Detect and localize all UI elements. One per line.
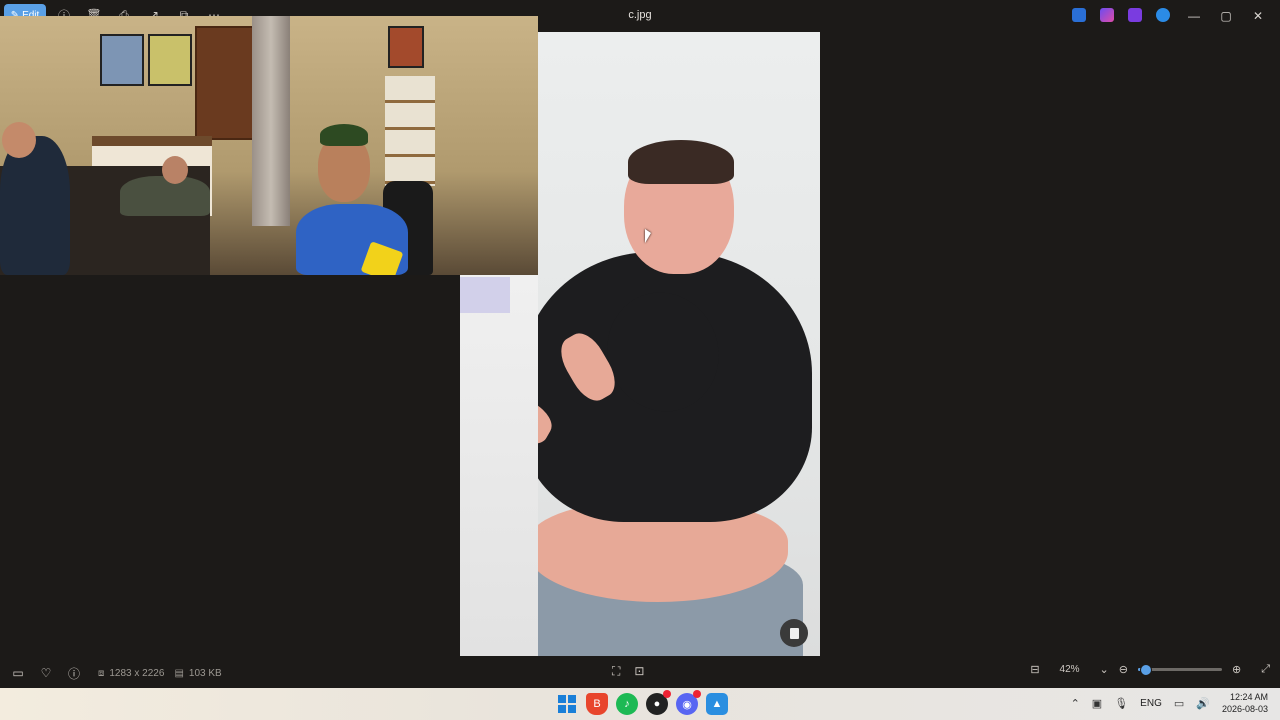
fit-to-window-icon[interactable]: ⊡ <box>634 664 644 679</box>
system-tray: ⌃ ▣ 🎙 ENG ▭ 🔊 12:24 AM 2026-08-03 <box>1071 691 1268 715</box>
zoom-slider-handle[interactable] <box>1139 664 1152 676</box>
chevron-down-icon[interactable]: ⌄ <box>1100 663 1109 676</box>
start-icon[interactable] <box>556 693 578 715</box>
clock-time: 12:24 AM <box>1229 692 1268 702</box>
clock-date: 2026-08-03 <box>1221 704 1268 714</box>
taskbar-apps: B ♪ ● ◉ ▲ <box>556 690 728 715</box>
discord-icon[interactable]: ◉ <box>676 690 701 715</box>
photos-app-icon[interactable]: ▲ <box>706 693 728 715</box>
dimensions-icon: ⧈ <box>98 667 105 679</box>
brave-browser-icon[interactable]: B <box>586 693 608 715</box>
minimize-button[interactable]: — <box>1178 6 1210 26</box>
file-size: ▤ 103 KB <box>174 668 221 679</box>
microphone-icon[interactable]: 🎙 <box>1114 697 1128 710</box>
file-size-text: 103 KB <box>188 667 222 679</box>
spotify-icon[interactable]: ♪ <box>616 693 638 715</box>
displayed-photo <box>538 32 820 656</box>
clipchamp-icon[interactable] <box>1128 8 1142 22</box>
network-icon[interactable]: ▭ <box>1174 697 1184 710</box>
tray-app-icon[interactable]: ▣ <box>1092 697 1102 710</box>
image-dimensions: ⧈ 1283 x 2226 <box>98 668 164 679</box>
document-icon[interactable] <box>780 619 808 647</box>
status-bar: ▭ ♡ ⓘ ⧈ 1283 x 2226 ▤ 103 KB ⛶ ⊡ ⊟ 42% ⌄… <box>0 660 1280 686</box>
clock[interactable]: 12:24 AM 2026-08-03 <box>1222 691 1268 715</box>
draw-app-icon[interactable] <box>1072 8 1086 22</box>
zoom-level[interactable]: 42% <box>1050 664 1090 675</box>
language-indicator[interactable]: ENG <box>1140 698 1162 709</box>
view-mode-group: ⛶ ⊡ <box>612 664 644 679</box>
app-icon[interactable]: ● <box>646 690 671 715</box>
title-app-icons <box>1072 8 1170 22</box>
window-controls: — ▢ ✕ <box>1178 6 1274 26</box>
file-size-icon: ▤ <box>174 667 184 679</box>
dimensions-text: 1283 x 2226 <box>109 667 165 679</box>
taskbar: B ♪ ● ◉ ▲ ⌃ ▣ 🎙 ENG ▭ 🔊 12:24 AM 2026-08… <box>0 688 1280 720</box>
favorite-heart-icon[interactable]: ♡ <box>32 666 60 680</box>
copilot-icon[interactable] <box>1100 8 1114 22</box>
volume-icon[interactable]: 🔊 <box>1196 697 1210 710</box>
fit-view-icon[interactable]: ⊟ <box>1030 663 1039 676</box>
file-info-icon[interactable]: ⓘ <box>60 665 88 682</box>
filmstrip-icon[interactable]: ▭ <box>4 666 32 680</box>
actual-size-icon[interactable]: ⛶ <box>612 664 620 679</box>
webcam-overlay-image <box>0 16 538 275</box>
zoom-controls: ⊟ 42% ⌄ ⊖ ⊕ ⤢ <box>1030 663 1270 676</box>
mouse-cursor-icon <box>645 229 651 243</box>
fullscreen-icon[interactable]: ⤢ <box>1261 663 1270 676</box>
zoom-out-icon[interactable]: ⊖ <box>1119 663 1128 676</box>
photo-left-strip <box>460 275 538 656</box>
notification-badge <box>663 690 671 698</box>
close-button[interactable]: ✕ <box>1242 6 1274 26</box>
chevron-up-icon[interactable]: ⌃ <box>1071 697 1080 710</box>
notification-badge <box>693 690 701 698</box>
zoom-in-icon[interactable]: ⊕ <box>1232 663 1241 676</box>
maximize-button[interactable]: ▢ <box>1210 6 1242 26</box>
zoom-slider[interactable] <box>1137 664 1222 676</box>
onedrive-icon[interactable] <box>1156 8 1170 22</box>
